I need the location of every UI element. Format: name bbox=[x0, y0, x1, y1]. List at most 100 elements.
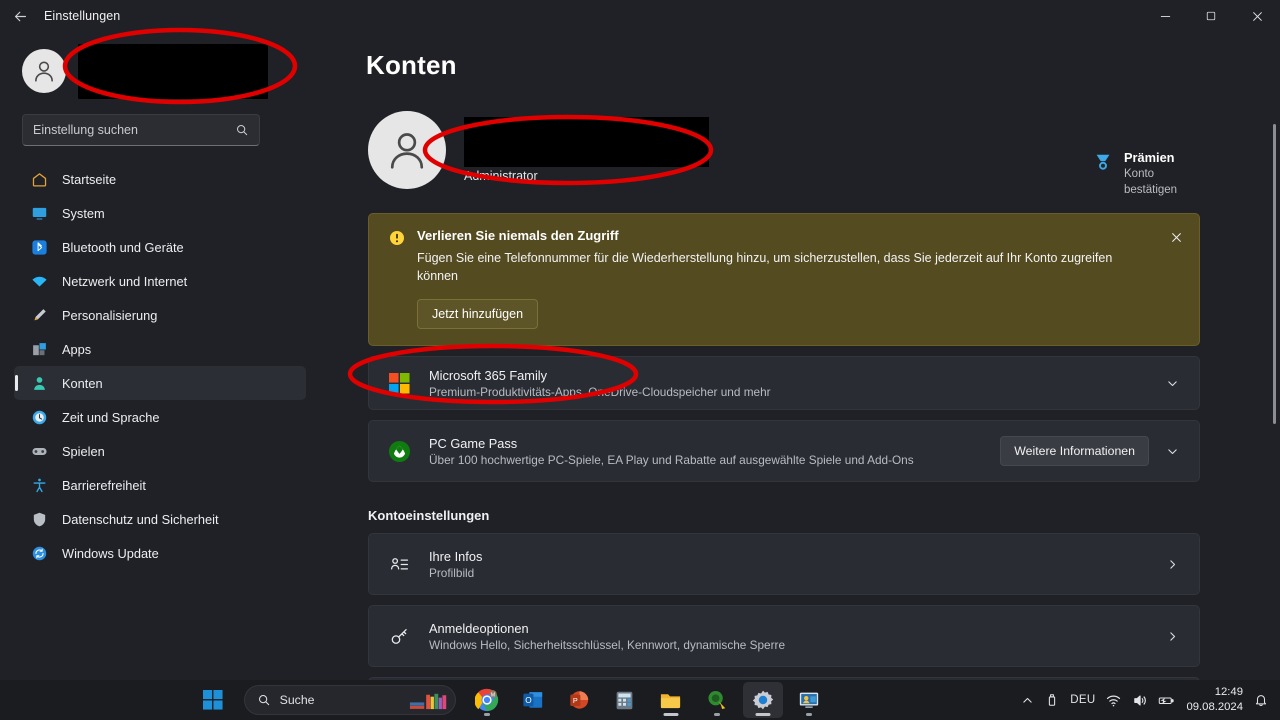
search-input[interactable] bbox=[33, 123, 235, 137]
bell-icon[interactable] bbox=[1254, 693, 1268, 707]
sidebar-item-personalisierung[interactable]: Personalisierung bbox=[14, 298, 306, 332]
wifi-icon bbox=[30, 272, 48, 290]
sidebar-item-bluetooth[interactable]: Bluetooth und Geräte bbox=[14, 230, 306, 264]
sidebar-item-startseite[interactable]: Startseite bbox=[14, 162, 306, 196]
settings-row-ihre-infos[interactable]: Ihre Infos Profilbild bbox=[368, 533, 1200, 595]
battery-icon[interactable] bbox=[1158, 693, 1175, 708]
subscription-title: Microsoft 365 Family bbox=[429, 368, 1159, 383]
sidebar-username-redacted bbox=[78, 44, 268, 99]
sidebar-item-barrierefreiheit[interactable]: Barrierefreiheit bbox=[14, 468, 306, 502]
sidebar-item-label: Zeit und Sprache bbox=[62, 410, 159, 425]
outlook-icon[interactable]: O bbox=[513, 682, 553, 718]
remote-desktop-icon[interactable] bbox=[789, 682, 829, 718]
settings-row-anmeldeoptionen[interactable]: Anmeldeoptionen Windows Hello, Sicherhei… bbox=[368, 605, 1200, 667]
svg-text:M: M bbox=[491, 692, 495, 698]
sidebar-item-label: Windows Update bbox=[62, 546, 159, 561]
books-icon bbox=[409, 689, 451, 712]
sidebar-item-datenschutz[interactable]: Datenschutz und Sicherheit bbox=[14, 502, 306, 536]
account-name-redacted bbox=[464, 117, 709, 167]
banner-title: Verlieren Sie niemals den Zugriff bbox=[417, 228, 1117, 243]
content-scrollbar[interactable] bbox=[1273, 124, 1276, 424]
subscription-subtitle: Über 100 hochwertige PC-Spiele, EA Play … bbox=[429, 453, 1000, 467]
chevron-right-icon bbox=[1159, 558, 1185, 571]
sidebar-item-label: Barrierefreiheit bbox=[62, 478, 146, 493]
chrome-icon[interactable]: M bbox=[467, 682, 507, 718]
page-title: Konten bbox=[366, 50, 1190, 81]
subscription-subtitle: Premium-Produktivitäts-Apps, OneDrive-Cl… bbox=[429, 385, 1159, 399]
taskbar-search-label: Suche bbox=[280, 693, 315, 707]
rewards-subtitle: Konto bestätigen bbox=[1124, 167, 1198, 198]
add-phone-button[interactable]: Jetzt hinzufügen bbox=[417, 299, 538, 329]
refresh-icon bbox=[30, 544, 48, 562]
user-avatar-icon bbox=[22, 49, 66, 93]
svg-text:P: P bbox=[573, 696, 578, 705]
bluetooth-icon bbox=[30, 238, 48, 256]
settings-icon[interactable] bbox=[743, 682, 783, 718]
more-info-button[interactable]: Weitere Informationen bbox=[1000, 436, 1149, 466]
your-info-icon bbox=[387, 552, 411, 576]
sidebar-item-label: Apps bbox=[62, 342, 91, 357]
settings-row-title: Ihre Infos bbox=[429, 549, 1159, 564]
wifi-icon[interactable] bbox=[1106, 693, 1121, 708]
rewards-panel[interactable]: Prämien Konto bestätigen bbox=[1092, 150, 1198, 198]
sidebar-item-label: Datenschutz und Sicherheit bbox=[62, 512, 219, 527]
chevron-down-icon[interactable] bbox=[1159, 445, 1185, 458]
sidebar-item-netzwerk[interactable]: Netzwerk und Internet bbox=[14, 264, 306, 298]
clock-time: 12:49 bbox=[1186, 685, 1243, 700]
settings-search[interactable] bbox=[22, 114, 260, 146]
sidebar-item-konten[interactable]: Konten bbox=[14, 366, 306, 400]
start-icon[interactable] bbox=[193, 682, 233, 718]
file-explorer-icon[interactable] bbox=[651, 682, 691, 718]
calculator-icon[interactable] bbox=[605, 682, 645, 718]
banner-description: Fügen Sie eine Telefonnummer für die Wie… bbox=[417, 249, 1117, 285]
sidebar-nav: Startseite System Bluetooth und Geräte bbox=[14, 162, 306, 570]
banner-close-button[interactable] bbox=[1163, 224, 1189, 250]
settings-window: Einstellungen bbox=[0, 0, 1280, 720]
clock[interactable]: 12:49 09.08.2024 bbox=[1186, 685, 1243, 716]
clock-date: 09.08.2024 bbox=[1186, 700, 1243, 715]
sidebar-item-zeit-sprache[interactable]: Zeit und Sprache bbox=[14, 400, 306, 434]
sidebar-item-spielen[interactable]: Spielen bbox=[14, 434, 306, 468]
language-indicator[interactable]: DEU bbox=[1070, 694, 1095, 706]
powerpoint-icon[interactable]: P bbox=[559, 682, 599, 718]
taskbar-search[interactable]: Suche bbox=[244, 685, 456, 715]
search-icon bbox=[235, 123, 249, 137]
sidebar-profile[interactable] bbox=[14, 32, 306, 104]
subscription-row-pc-game-pass[interactable]: PC Game Pass Über 100 hochwertige PC-Spi… bbox=[368, 420, 1200, 482]
rewards-medal-icon bbox=[1092, 152, 1114, 174]
title-bar: Einstellungen bbox=[0, 0, 1280, 32]
sidebar-item-apps[interactable]: Apps bbox=[14, 332, 306, 366]
user-avatar-icon bbox=[368, 111, 446, 189]
chevron-up-icon[interactable] bbox=[1021, 694, 1034, 707]
sidebar-item-windows-update[interactable]: Windows Update bbox=[14, 536, 306, 570]
settings-row-title: Anmeldeoptionen bbox=[429, 621, 1159, 636]
sidebar: Startseite System Bluetooth und Geräte bbox=[0, 32, 320, 720]
acrobat-icon[interactable] bbox=[697, 682, 737, 718]
volume-icon[interactable] bbox=[1132, 693, 1147, 708]
maximize-button[interactable] bbox=[1188, 0, 1234, 32]
close-button[interactable] bbox=[1234, 0, 1280, 32]
subscription-row-microsoft-365[interactable]: Microsoft 365 Family Premium-Produktivit… bbox=[368, 356, 1200, 410]
sidebar-item-label: Bluetooth und Geräte bbox=[62, 240, 184, 255]
apps-icon bbox=[30, 340, 48, 358]
sidebar-item-label: Startseite bbox=[62, 172, 116, 187]
recovery-banner: Verlieren Sie niemals den Zugriff Fügen … bbox=[368, 213, 1200, 346]
sidebar-item-system[interactable]: System bbox=[14, 196, 306, 230]
usb-icon[interactable] bbox=[1045, 693, 1059, 707]
microsoft-logo-icon bbox=[387, 371, 411, 395]
monitor-icon bbox=[30, 204, 48, 222]
minimize-button[interactable] bbox=[1142, 0, 1188, 32]
rewards-title: Prämien bbox=[1124, 150, 1198, 165]
sidebar-item-label: Spielen bbox=[62, 444, 105, 459]
taskbar: Suche M O P bbox=[0, 680, 1280, 720]
gamepad-icon bbox=[30, 442, 48, 460]
window-title: Einstellungen bbox=[44, 9, 120, 23]
warning-icon bbox=[389, 230, 405, 246]
sidebar-item-label: System bbox=[62, 206, 105, 221]
chevron-down-icon[interactable] bbox=[1159, 377, 1185, 390]
settings-row-subtitle: Windows Hello, Sicherheitsschlüssel, Ken… bbox=[429, 638, 1159, 652]
back-arrow-icon[interactable] bbox=[0, 0, 40, 32]
home-icon bbox=[30, 170, 48, 188]
paintbrush-icon bbox=[30, 306, 48, 324]
xbox-logo-icon bbox=[387, 439, 411, 463]
